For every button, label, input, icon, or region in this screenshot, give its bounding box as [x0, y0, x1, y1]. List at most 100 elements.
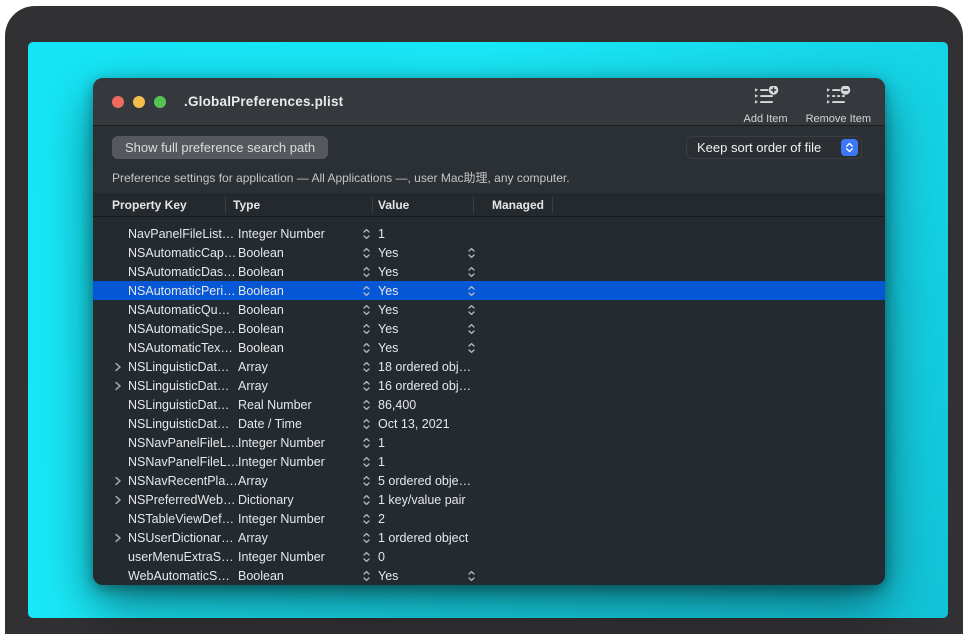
list-add-icon	[753, 86, 779, 111]
property-key: NSPreferredWeb…	[128, 493, 238, 507]
table-row[interactable]: NSLinguisticDat…Real Number86,400	[93, 395, 885, 414]
boolean-popup-stepper-icon[interactable]	[467, 247, 483, 259]
property-value: 16 ordered obj…	[378, 379, 467, 393]
property-type: Boolean	[238, 284, 362, 298]
table-row[interactable]: WebAutomaticS…BooleanYes	[93, 566, 885, 585]
property-key: NSAutomaticCap…	[128, 246, 238, 260]
page: .GlobalPreferences.plist	[0, 0, 975, 634]
remove-item-label: Remove Item	[806, 113, 871, 125]
table-row[interactable]: NSAutomaticDas…BooleanYes	[93, 262, 885, 281]
property-value: Yes	[378, 246, 467, 260]
sort-order-popup[interactable]: Keep sort order of file	[686, 136, 862, 159]
column-divider	[473, 197, 474, 213]
value-stepper-icon[interactable]	[362, 285, 378, 297]
value-stepper-icon[interactable]	[362, 399, 378, 411]
value-stepper-icon[interactable]	[362, 361, 378, 373]
property-value: Yes	[378, 265, 467, 279]
table-row[interactable]: NSNavPanelFileL…Integer Number 1	[93, 433, 885, 452]
show-search-path-button[interactable]: Show full preference search path	[112, 136, 328, 159]
value-stepper-icon[interactable]	[362, 418, 378, 430]
property-key: NSLinguisticDat…	[128, 398, 238, 412]
column-header-value[interactable]: Value	[378, 193, 409, 217]
table-row[interactable]: NSNavPanelFileL…Integer Number1	[93, 452, 885, 471]
property-type: Integer Number	[238, 227, 362, 241]
table-row[interactable]: NSLinguisticDat…Date / TimeOct 13, 2021	[93, 414, 885, 433]
table-row[interactable]: NSLinguisticDat…Array16 ordered obj…	[93, 376, 885, 395]
title-bar: .GlobalPreferences.plist	[93, 78, 885, 126]
boolean-popup-stepper-icon[interactable]	[467, 570, 483, 582]
table-row[interactable]: NSAutomaticCap…Boolean Yes	[93, 243, 885, 262]
disclosure-triangle-icon[interactable]	[108, 362, 128, 372]
property-value: 1	[378, 227, 467, 241]
close-button[interactable]	[112, 96, 124, 108]
disclosure-triangle-icon[interactable]	[108, 476, 128, 486]
disclosure-triangle-icon[interactable]	[108, 381, 128, 391]
property-value: 1	[378, 436, 467, 450]
preference-scope-description: Preference settings for application — Al…	[112, 169, 570, 186]
value-stepper-icon[interactable]	[362, 494, 378, 506]
table-row[interactable]: NSLinguisticDat…Array18 ordered obj…	[93, 357, 885, 376]
property-value: Yes	[378, 284, 467, 298]
property-value: Yes	[378, 303, 467, 317]
value-stepper-icon[interactable]	[362, 228, 378, 240]
value-stepper-icon[interactable]	[362, 456, 378, 468]
value-stepper-icon[interactable]	[362, 475, 378, 487]
property-type: Integer Number	[238, 550, 362, 564]
table-row[interactable]: NavPanelFileList…Integer Number 1	[93, 224, 885, 243]
disclosure-triangle-icon[interactable]	[108, 533, 128, 543]
disclosure-triangle-icon[interactable]	[108, 495, 128, 505]
table-row[interactable]: NSPreferredWeb…Dictionary1 key/value pai…	[93, 490, 885, 509]
table-row[interactable]: NSAutomaticPeri…Boolean Yes	[93, 281, 885, 300]
property-key: NSNavPanelFileL…	[128, 436, 238, 450]
property-key: NSLinguisticDat…	[128, 360, 238, 374]
property-key: NSLinguisticDat…	[128, 417, 238, 431]
property-key: NSAutomaticSpe…	[128, 322, 238, 336]
property-value: Yes	[378, 322, 467, 336]
property-key: NSAutomaticPeri…	[128, 284, 238, 298]
boolean-popup-stepper-icon[interactable]	[467, 304, 483, 316]
table-row[interactable]: NSAutomaticQu…BooleanYes	[93, 300, 885, 319]
property-value: 0	[378, 550, 467, 564]
value-stepper-icon[interactable]	[362, 247, 378, 259]
property-key: NavPanelFileList…	[128, 227, 238, 241]
boolean-popup-stepper-icon[interactable]	[467, 266, 483, 278]
value-stepper-icon[interactable]	[362, 380, 378, 392]
property-type: Array	[238, 379, 362, 393]
remove-item-button[interactable]: Remove Item	[806, 86, 871, 125]
table-row[interactable]: userMenuExtraS…Integer Number0	[93, 547, 885, 566]
value-stepper-icon[interactable]	[362, 532, 378, 544]
boolean-popup-stepper-icon[interactable]	[467, 323, 483, 335]
property-type: Integer Number	[238, 436, 362, 450]
minimize-button[interactable]	[133, 96, 145, 108]
boolean-popup-stepper-icon[interactable]	[467, 285, 483, 297]
table-row[interactable]: NSUserDictionar…Array1 ordered object	[93, 528, 885, 547]
value-stepper-icon[interactable]	[362, 437, 378, 449]
value-stepper-icon[interactable]	[362, 570, 378, 582]
value-stepper-icon[interactable]	[362, 513, 378, 525]
property-key: NSAutomaticQu…	[128, 303, 238, 317]
table-row[interactable]: NSAutomaticTex…BooleanYes	[93, 338, 885, 357]
value-stepper-icon[interactable]	[362, 323, 378, 335]
traffic-lights	[93, 96, 166, 108]
value-stepper-icon[interactable]	[362, 551, 378, 563]
add-item-button[interactable]: Add Item	[744, 86, 788, 125]
property-type: Array	[238, 531, 362, 545]
controls-section: Show full preference search path Keep so…	[93, 126, 885, 193]
column-header-property-key[interactable]: Property Key	[112, 193, 187, 217]
boolean-popup-stepper-icon[interactable]	[467, 342, 483, 354]
property-type: Boolean	[238, 569, 362, 583]
property-value: 2	[378, 512, 467, 526]
value-stepper-icon[interactable]	[362, 266, 378, 278]
value-stepper-icon[interactable]	[362, 342, 378, 354]
property-type: Boolean	[238, 341, 362, 355]
value-stepper-icon[interactable]	[362, 304, 378, 316]
column-header-managed[interactable]: Managed	[492, 193, 544, 217]
column-header-type[interactable]: Type	[233, 193, 260, 217]
table-row[interactable]: NSNavRecentPla…Array5 ordered obje…	[93, 471, 885, 490]
property-type: Boolean	[238, 246, 362, 260]
zoom-button[interactable]	[154, 96, 166, 108]
table-row[interactable]: NSAutomaticSpe…BooleanYes	[93, 319, 885, 338]
property-key: NSUserDictionar…	[128, 531, 238, 545]
popup-updown-chevron-icon	[841, 139, 858, 156]
table-row[interactable]: NSTableViewDef…Integer Number2	[93, 509, 885, 528]
